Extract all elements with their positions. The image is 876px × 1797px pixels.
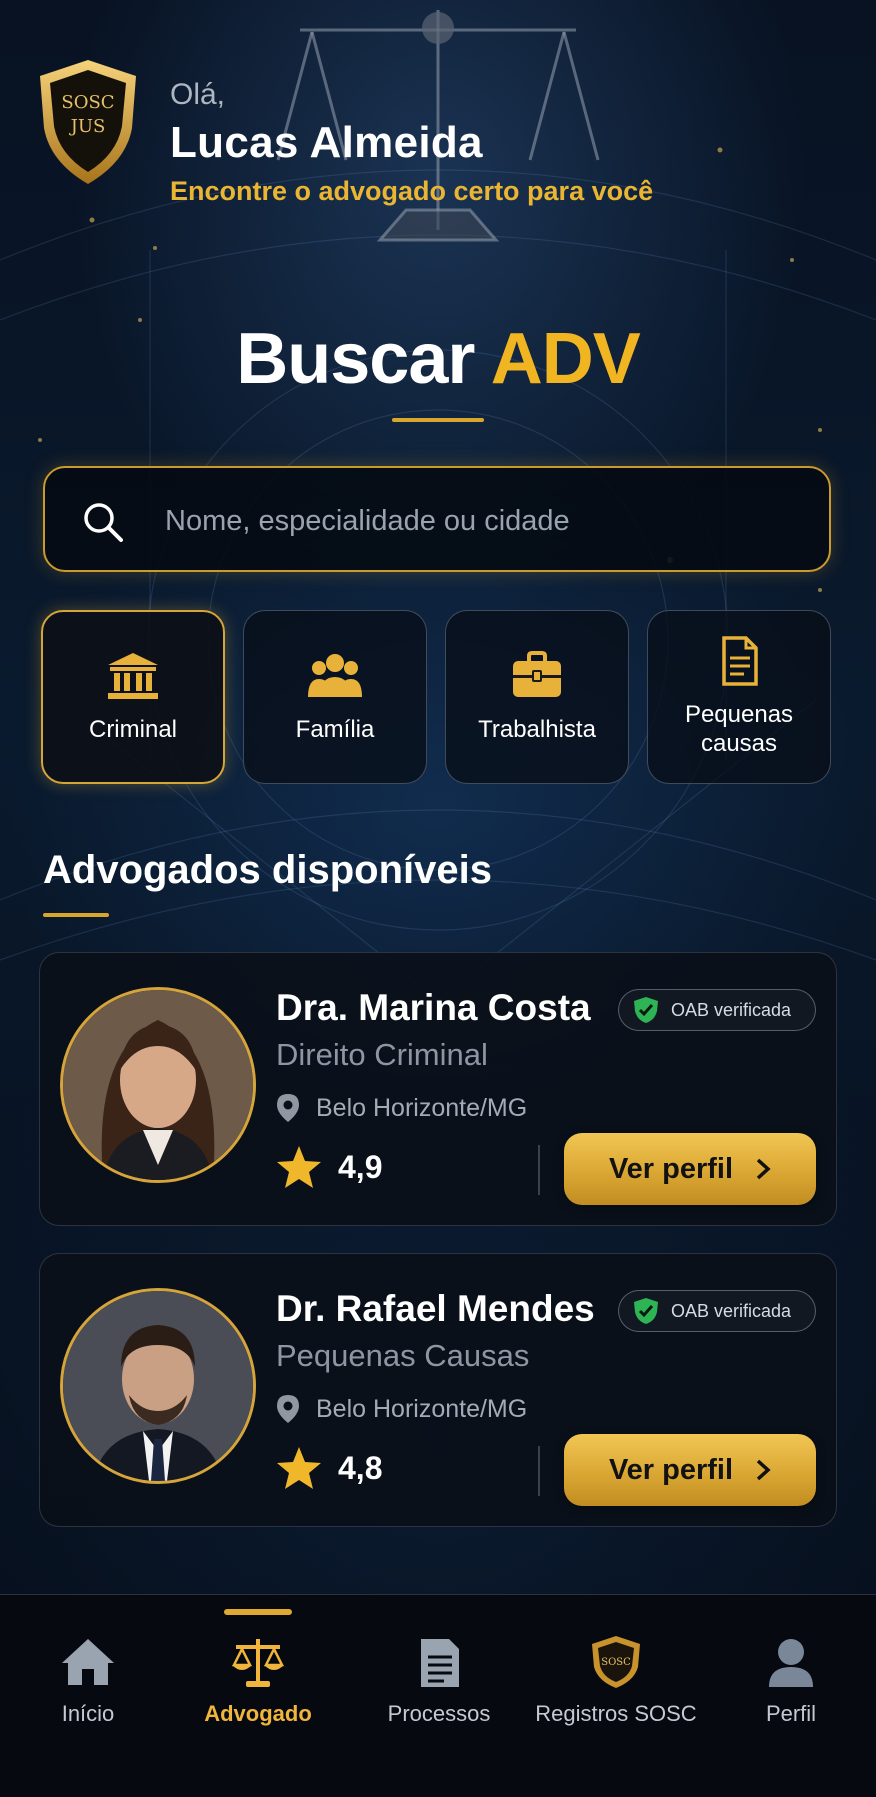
category-pequenas-causas[interactable]: Pequenas causas — [647, 610, 831, 784]
lawyer-portrait-male — [63, 1291, 253, 1481]
sosc-shield-icon: SOSC — [592, 1636, 640, 1688]
active-tab-indicator — [224, 1609, 292, 1615]
nav-item-perfil[interactable]: Perfil — [706, 1635, 876, 1755]
location-pin-icon — [277, 1395, 299, 1423]
rating-value: 4,8 — [338, 1449, 383, 1486]
sosc-jus-logo: SOSC JUS — [36, 58, 140, 186]
category-label: Criminal — [88, 715, 177, 743]
greeting: Olá, — [170, 78, 226, 111]
category-trabalhista[interactable]: Trabalhista — [445, 610, 629, 784]
search-input[interactable] — [163, 492, 807, 550]
verified-badge: OAB verificada — [618, 1290, 816, 1332]
button-label: Ver perfil — [608, 1453, 734, 1486]
scales-icon — [231, 1639, 285, 1687]
star-icon — [277, 1146, 321, 1188]
lawyer-card: Dr. Rafael Mendes OAB verificada Pequena… — [39, 1253, 837, 1527]
family-icon — [308, 653, 362, 697]
title-underline — [392, 418, 484, 422]
lawyer-specialty: Direito Criminal — [276, 1037, 488, 1072]
category-label: Família — [295, 715, 375, 743]
document-list-icon — [421, 1639, 459, 1687]
location-text: Belo Horizonte/MG — [316, 1394, 528, 1423]
category-label: Pequenas causas — [684, 701, 794, 757]
lawyer-name: Dr. Rafael Mendes — [276, 1288, 595, 1329]
badge-label: OAB verificada — [671, 999, 792, 1020]
location-text: Belo Horizonte/MG — [316, 1093, 528, 1122]
verified-shield-icon — [634, 997, 658, 1023]
lawyer-location: Belo Horizonte/MG — [276, 1394, 527, 1424]
view-profile-button[interactable]: Ver perfil — [564, 1133, 816, 1205]
section-underline — [43, 913, 109, 917]
lawyer-name: Dra. Marina Costa — [276, 987, 591, 1028]
search-icon — [84, 503, 123, 542]
logo-text-bottom: JUS — [69, 116, 106, 137]
lawyer-location: Belo Horizonte/MG — [276, 1093, 527, 1123]
nav-item-inicio[interactable]: Início — [3, 1635, 173, 1755]
briefcase-icon — [513, 650, 561, 697]
nav-label: Processos — [387, 1701, 491, 1726]
document-icon — [722, 636, 758, 686]
location-pin-icon — [277, 1094, 299, 1122]
section-title: Advogados disponíveis — [43, 848, 492, 892]
divider — [538, 1145, 540, 1195]
category-criminal[interactable]: Criminal — [41, 610, 225, 784]
lawyer-specialty: Pequenas Causas — [276, 1338, 530, 1373]
svg-text:SOSC: SOSC — [601, 1657, 631, 1668]
lawyer-card: Dra. Marina Costa OAB verificada Direito… — [39, 952, 837, 1226]
courthouse-icon — [108, 652, 158, 699]
user-icon — [769, 1639, 813, 1687]
lawyer-rating: 4,9 — [276, 1145, 382, 1189]
avatar — [60, 1288, 256, 1484]
category-label: Trabalhista — [478, 715, 596, 743]
button-label: Ver perfil — [608, 1152, 734, 1185]
star-icon — [277, 1447, 321, 1489]
rating-value: 4,9 — [338, 1148, 383, 1185]
nav-label: Registros SOSC — [535, 1701, 697, 1726]
bottom-navigation: Início Advogado Processos SOSC Registros… — [0, 1594, 876, 1797]
nav-label: Advogado — [204, 1701, 312, 1726]
nav-label: Perfil — [765, 1701, 817, 1726]
logo-text-top: SOSC — [61, 92, 114, 113]
divider — [538, 1446, 540, 1496]
page-title-gold: ADV — [490, 319, 641, 399]
nav-item-processos[interactable]: Processos — [354, 1635, 524, 1755]
search-bar[interactable] — [43, 466, 831, 572]
home-icon — [62, 1639, 114, 1685]
header-subtitle: Encontre o advogado certo para você — [170, 176, 654, 206]
nav-item-registros-sosc[interactable]: SOSC Registros SOSC — [531, 1635, 701, 1755]
view-profile-button[interactable]: Ver perfil — [564, 1434, 816, 1506]
lawyer-portrait-female — [63, 990, 253, 1180]
chevron-right-icon — [756, 1158, 771, 1180]
nav-label: Início — [61, 1701, 115, 1726]
page-title: Buscar ADV — [0, 318, 876, 400]
avatar — [60, 987, 256, 1183]
badge-label: OAB verificada — [671, 1300, 792, 1321]
chevron-right-icon — [756, 1459, 771, 1481]
verified-badge: OAB verificada — [618, 989, 816, 1031]
verified-shield-icon — [634, 1298, 658, 1324]
user-name: Lucas Almeida — [170, 118, 483, 167]
shield-logo-icon: SOSC JUS — [40, 60, 136, 184]
lawyer-rating: 4,8 — [276, 1446, 382, 1490]
page-title-white: Buscar — [236, 319, 475, 399]
nav-item-advogado[interactable]: Advogado — [173, 1635, 343, 1755]
category-familia[interactable]: Família — [243, 610, 427, 784]
